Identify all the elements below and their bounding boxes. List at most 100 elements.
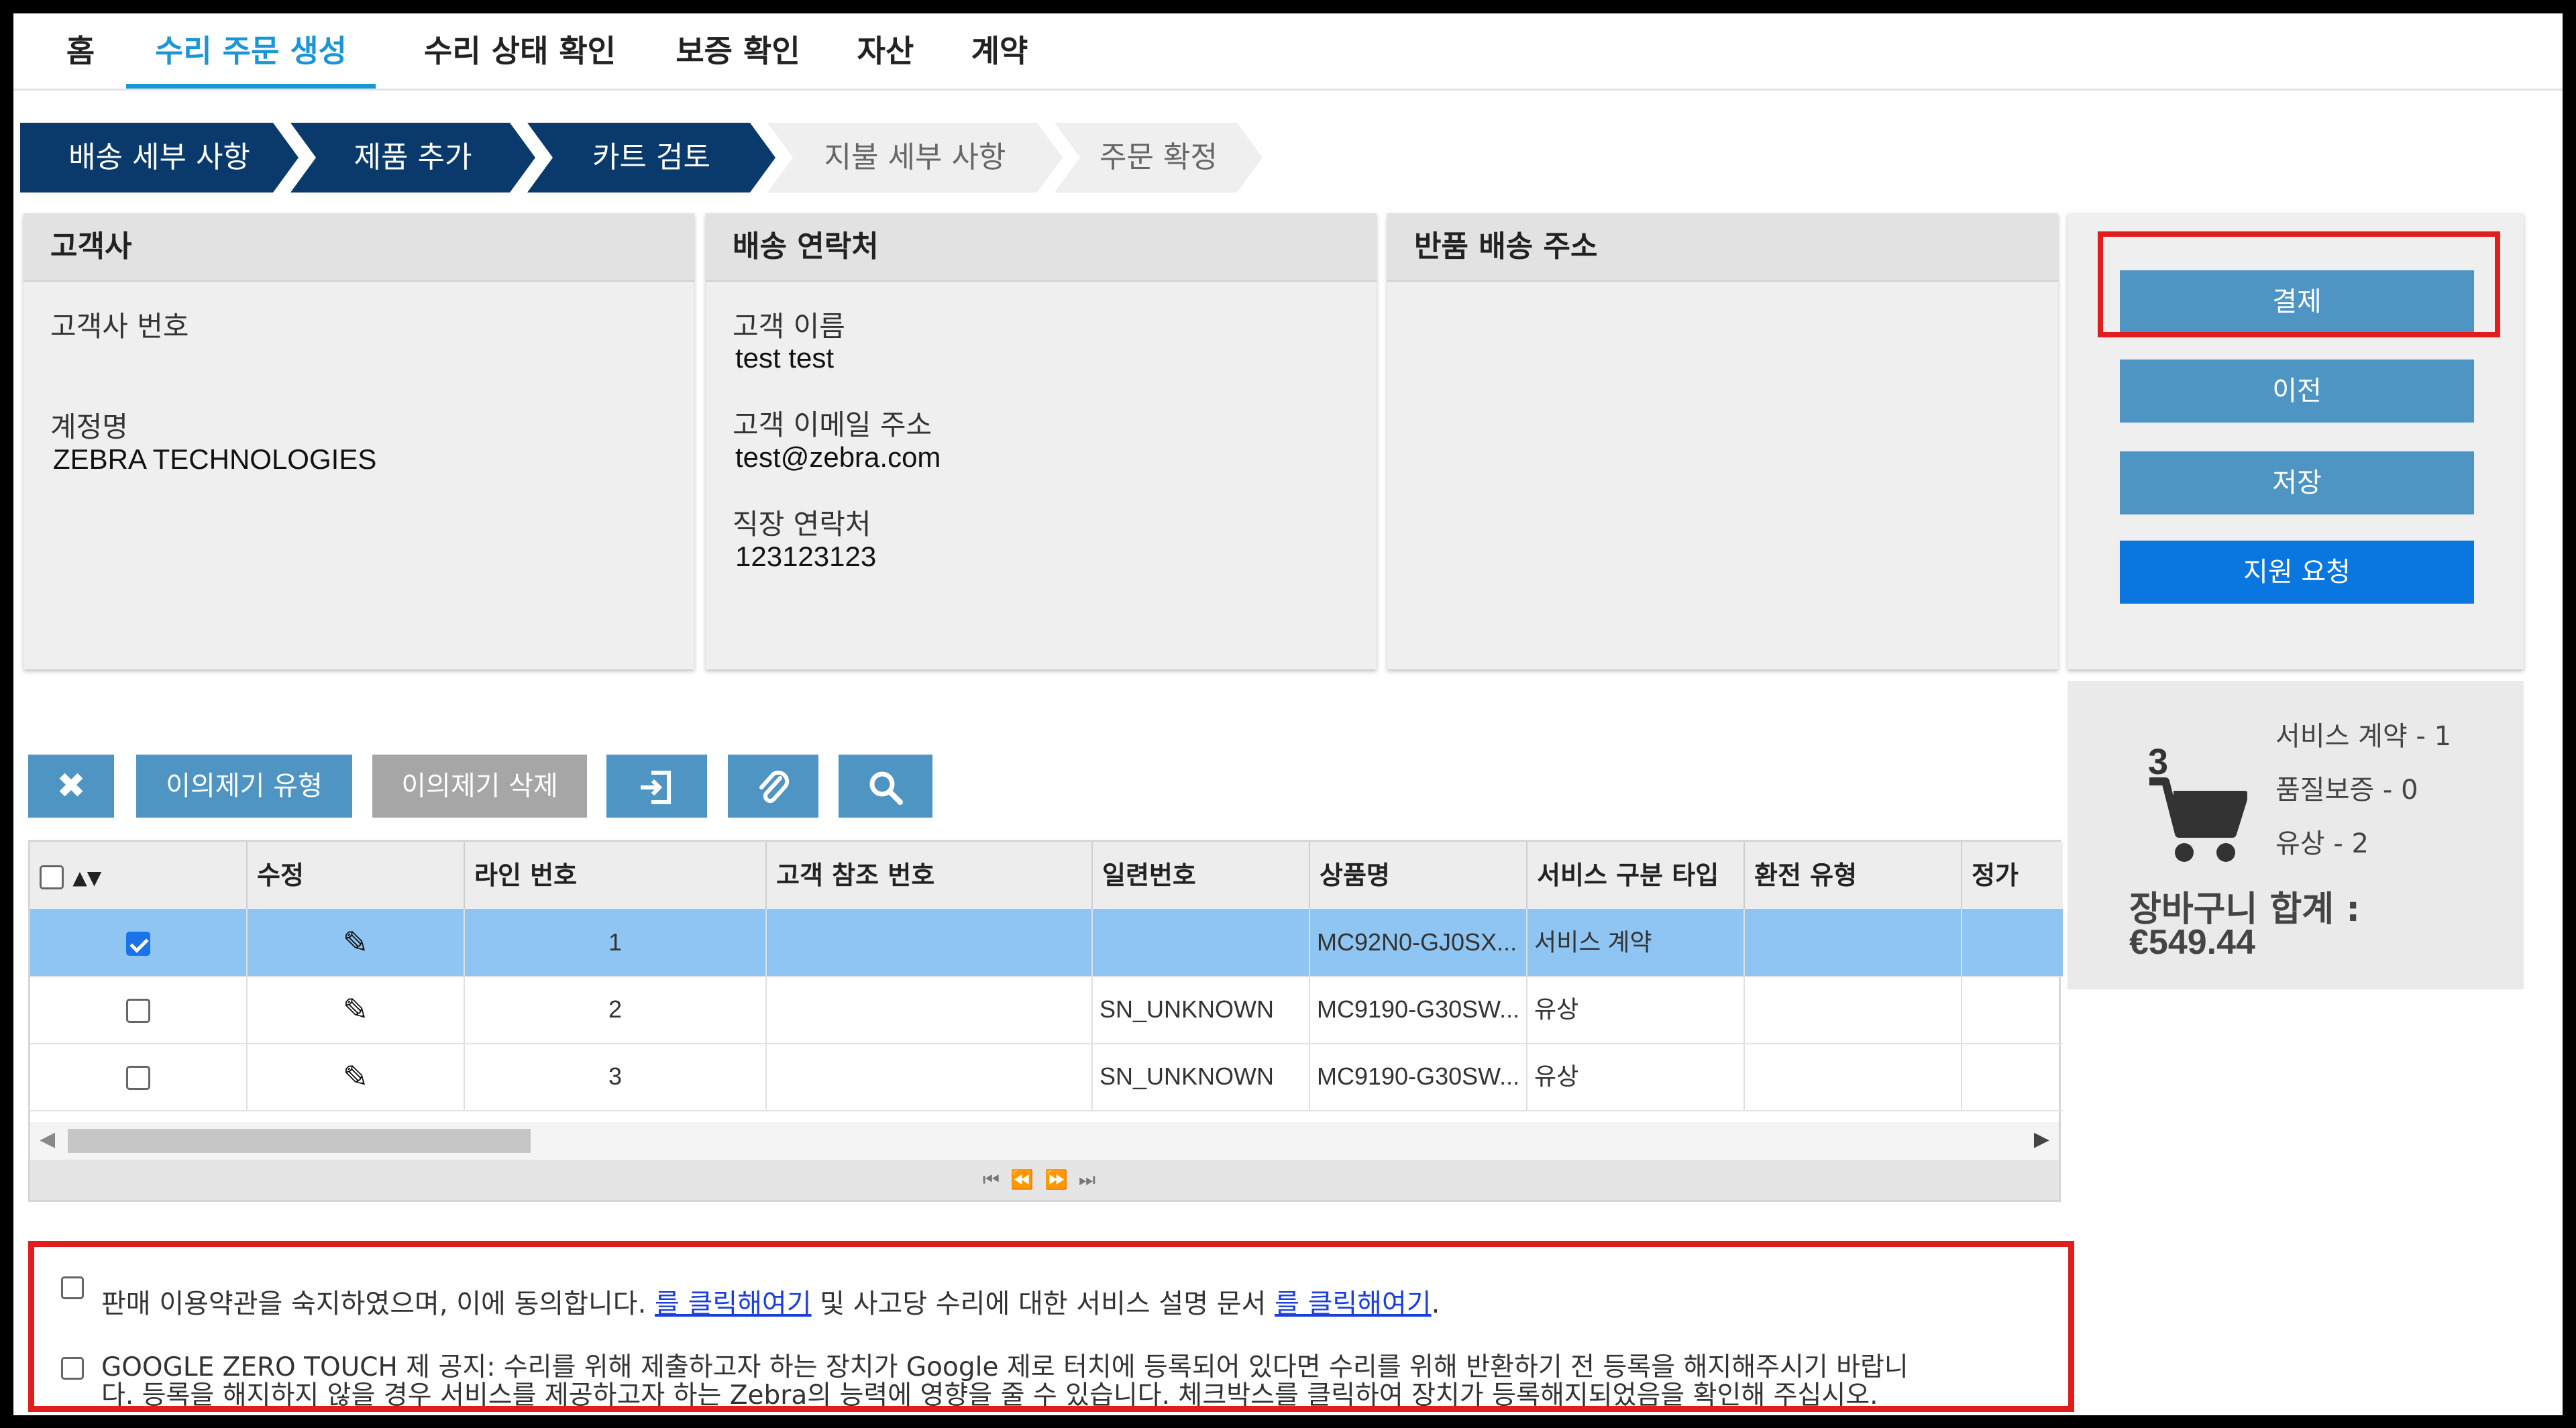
row-product: MC9190-G30SW... [1310,976,1527,1043]
row-list-price [1962,976,2063,1043]
row-line-number: 1 [465,909,767,976]
cart-total-value: €549.44 [2129,923,2255,962]
step-shipping-details[interactable]: 배송 세부 사항 [20,123,299,193]
top-nav: 홈 수리 주문 생성 수리 상태 확인 보증 확인 자산 계약 [13,13,2563,91]
terms-text-part3: . [1431,1288,1440,1319]
contact-name-label: 고객 이름 [733,310,845,343]
header-list-price[interactable]: 정가 [1962,842,2063,909]
row-exchange-type [1745,976,1962,1043]
header-product[interactable]: 상품명 [1310,842,1527,909]
attach-button[interactable] [728,755,818,818]
previous-button[interactable]: 이전 [2120,360,2474,423]
row-checkbox[interactable] [126,1066,150,1091]
header-select-all[interactable]: ▲▼ [30,842,248,909]
contact-name-value: test test [735,342,835,374]
sort-icon[interactable]: ▲▼ [72,867,101,889]
account-name-label: 계정명 [50,410,128,443]
paperclip-icon [759,770,789,804]
horizontal-scrollbar[interactable]: ◀ ▶ [30,1122,2059,1160]
terms-link-1[interactable]: 를 클릭해여기 [655,1288,812,1319]
row-exchange-type [1745,1043,1962,1110]
nav-create-repair-order[interactable]: 수리 주문 생성 [126,13,376,89]
row-checkbox[interactable] [126,932,150,956]
row-edit-cell[interactable]: ✎ [248,909,465,976]
row-select-cell[interactable] [30,1043,248,1110]
row-serial [1093,909,1310,976]
pay-button[interactable]: 결제 [2120,270,2474,333]
zero-touch-notice-line2: 다. 등록을 해지하지 않을 경우 서비스를 제공하고자 하는 Zebra의 능… [101,1380,1878,1411]
cart-items-table: ▲▼ 수정 라인 번호 고객 참조 번호 일련번호 상품명 서비스 구분 타입 … [28,840,2063,1202]
nav-contracts[interactable]: 계약 [956,13,1043,89]
account-name-value: ZEBRA TECHNOLOGIES [53,443,377,475]
shopping-cart-icon [2149,777,2247,862]
scrollbar-thumb[interactable] [68,1129,531,1153]
row-product: MC9190-G30SW... [1310,1043,1527,1110]
step-cart-review[interactable]: 카트 검토 [527,123,775,193]
nav-assets[interactable]: 자산 [842,13,929,89]
terms-agree-checkbox[interactable] [61,1276,84,1299]
table-header: ▲▼ 수정 라인 번호 고객 참조 번호 일련번호 상품명 서비스 구분 타입 … [30,842,2063,910]
pencil-icon[interactable]: ✎ [343,925,369,960]
row-line-number: 2 [465,976,767,1043]
row-edit-cell[interactable]: ✎ [248,976,465,1043]
customer-card: 고객사 고객사 번호 계정명 ZEBRA TECHNOLOGIES [23,213,694,669]
close-icon: ✖ [56,766,86,806]
nav-home[interactable]: 홈 [54,13,107,89]
contact-card-title: 배송 연락처 [706,213,1377,282]
row-customer-ref [767,1043,1093,1110]
search-icon [869,771,903,805]
header-service-type[interactable]: 서비스 구분 타입 [1527,842,1745,909]
row-product: MC92N0-GJ0SX... [1310,909,1527,976]
save-button[interactable]: 저장 [2120,451,2474,514]
contact-email-label: 고객 이메일 주소 [733,408,932,441]
prev-page-icon[interactable]: ⏪ [1010,1168,1044,1191]
import-button[interactable] [606,755,707,818]
row-customer-ref [767,976,1093,1043]
import-icon [641,771,671,804]
cart-service-contract: 서비스 계약 - 1 [2275,721,2452,752]
nav-warranty-check[interactable]: 보증 확인 [657,13,818,89]
row-edit-cell[interactable]: ✎ [248,1043,465,1110]
header-exchange-type[interactable]: 환전 유형 [1745,842,1962,909]
row-service-type: 서비스 계약 [1527,909,1745,976]
pencil-icon[interactable]: ✎ [343,1059,369,1094]
terms-text-part1: 판매 이용약관을 숙지하였으며, 이에 동의합니다. [101,1288,655,1319]
terms-section: 판매 이용약관을 숙지하였으며, 이에 동의합니다. 를 클릭해여기 및 사고당… [28,1241,2074,1412]
table-row[interactable]: ✎ 2 SN_UNKNOWN MC9190-G30SW... 유상 [30,976,2063,1044]
zero-touch-checkbox[interactable] [61,1357,84,1380]
row-exchange-type [1745,909,1962,976]
pencil-icon[interactable]: ✎ [343,992,369,1027]
scroll-left-icon[interactable]: ◀ [40,1128,55,1151]
step-add-product[interactable]: 제품 추가 [290,123,535,193]
header-serial[interactable]: 일련번호 [1093,842,1310,909]
step-payment-details[interactable]: 지불 세부 사항 [767,123,1063,193]
delete-line-button[interactable]: ✖ [28,755,114,818]
action-panel: 결제 이전 저장 지원 요청 [2068,213,2524,669]
support-request-button[interactable]: 지원 요청 [2120,541,2474,604]
step-order-confirm[interactable]: 주문 확정 [1055,123,1263,193]
customer-number-label: 고객사 번호 [50,310,189,343]
complaint-type-button[interactable]: 이의제기 유형 [136,755,352,818]
header-customer-ref[interactable]: 고객 참조 번호 [767,842,1093,909]
return-address-title: 반품 배송 주소 [1387,213,2058,282]
last-page-icon[interactable]: ⏭ [1079,1168,1106,1191]
first-page-icon[interactable]: ⏮ [983,1168,1010,1191]
nav-repair-status[interactable]: 수리 상태 확인 [402,13,637,89]
scroll-right-icon[interactable]: ▶ [2034,1128,2049,1151]
table-row[interactable]: ✎ 3 SN_UNKNOWN MC9190-G30SW... 유상 [30,1043,2063,1111]
select-all-checkbox[interactable] [40,865,64,889]
terms-agree-text: 판매 이용약관을 숙지하였으며, 이에 동의합니다. 를 클릭해여기 및 사고당… [101,1282,1440,1321]
complaint-delete-button[interactable]: 이의제기 삭제 [372,755,587,818]
cart-paid: 유상 - 2 [2275,828,2369,859]
search-button[interactable] [839,755,932,818]
header-edit[interactable]: 수정 [248,842,465,909]
table-row[interactable]: ✎ 1 MC92N0-GJ0SX... 서비스 계약 [30,909,2063,977]
return-address-card: 반품 배송 주소 [1387,213,2058,669]
row-select-cell[interactable] [30,909,248,976]
contact-email-value: test@zebra.com [735,441,941,473]
next-page-icon[interactable]: ⏩ [1044,1168,1079,1191]
terms-link-2[interactable]: 를 클릭해여기 [1275,1288,1432,1319]
row-checkbox[interactable] [126,999,150,1024]
row-select-cell[interactable] [30,976,248,1043]
header-line-number[interactable]: 라인 번호 [465,842,767,909]
